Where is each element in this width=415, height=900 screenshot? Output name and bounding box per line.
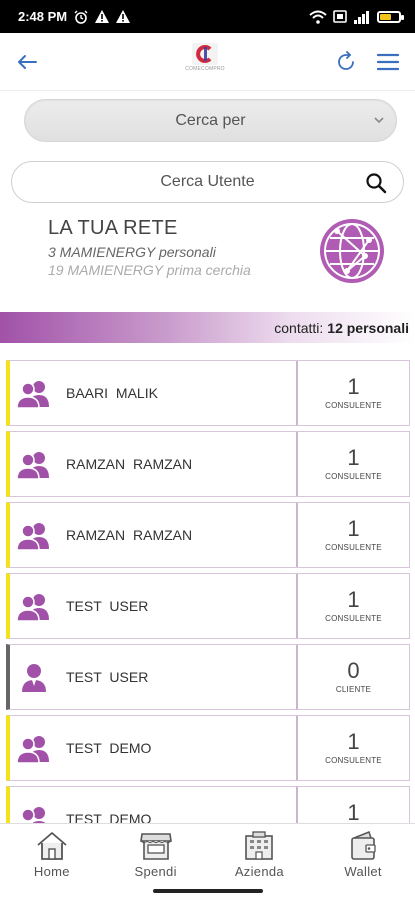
contact-count: 0 xyxy=(347,658,360,683)
contact-count: 1 xyxy=(347,374,360,399)
contact-name: BAARI MALIK xyxy=(66,385,158,401)
refresh-button[interactable] xyxy=(333,49,359,75)
contact-role: CONSULENTE xyxy=(325,401,382,410)
logo-text: COMECOMPRO xyxy=(185,66,225,72)
signal-icon xyxy=(354,10,369,24)
company-icon xyxy=(245,831,274,860)
search-icon[interactable] xyxy=(365,172,387,194)
users-group-icon xyxy=(16,733,52,764)
network-globe-icon xyxy=(320,219,384,283)
user-icon xyxy=(16,662,52,692)
status-time: 2:48 PM xyxy=(18,9,68,24)
bottom-nav: Home Spendi Azienda Wallet xyxy=(0,823,415,883)
logo-mark-icon xyxy=(192,43,218,65)
contact-name: RAMZAN RAMZAN xyxy=(66,456,193,472)
contact-row[interactable]: RAMZAN RAMZAN 1 CONSULENTE xyxy=(6,502,410,568)
nav-home[interactable]: Home xyxy=(7,830,97,879)
contacts-label: contatti: xyxy=(274,319,324,336)
contact-count: 1 xyxy=(347,800,360,825)
app-logo: COMECOMPRO xyxy=(181,43,229,73)
contact-name: RAMZAN RAMZAN xyxy=(66,527,193,543)
contacts-list: BAARI MALIK 1 CONSULENTE RAMZAN RAMZAN 1 CONS… xyxy=(6,360,410,857)
nav-azienda[interactable]: Azienda xyxy=(214,830,304,879)
nav-wallet-label: Wallet xyxy=(344,864,382,879)
alarm-icon xyxy=(74,10,88,24)
search-by-label: Cerca per xyxy=(175,111,246,129)
contact-stats: 1 CONSULENTE xyxy=(298,574,409,638)
nav-spendi[interactable]: Spendi xyxy=(111,830,201,879)
contact-count: 1 xyxy=(347,587,360,612)
nav-azienda-label: Azienda xyxy=(234,864,284,879)
battery-icon xyxy=(377,10,404,23)
contact-row[interactable]: RAMZAN RAMZAN 1 CONSULENTE xyxy=(6,431,410,497)
contact-row[interactable]: BAARI MALIK 1 CONSULENTE xyxy=(6,360,410,426)
contact-role: CONSULENTE xyxy=(325,543,382,552)
shop-icon xyxy=(139,833,172,860)
contact-role: CONSULENTE xyxy=(325,756,382,765)
search-by-select[interactable]: Cerca per xyxy=(24,99,397,142)
users-group-icon xyxy=(16,449,52,480)
network-title: LA TUA RETE xyxy=(48,217,178,239)
contact-row[interactable]: TEST DEMO 1 CONSULENTE xyxy=(6,715,410,781)
contact-row[interactable]: TEST USER 0 CLIENTE xyxy=(6,644,410,710)
contact-info: RAMZAN RAMZAN xyxy=(10,432,298,496)
users-group-icon xyxy=(16,520,52,551)
contact-info: TEST USER xyxy=(10,574,298,638)
menu-icon xyxy=(377,53,399,70)
contact-info: BAARI MALIK xyxy=(10,361,298,425)
contact-name: TEST USER xyxy=(66,598,149,614)
status-bar: 2:48 PM xyxy=(0,0,415,33)
users-group-icon xyxy=(16,591,52,622)
contact-stats: 0 CLIENTE xyxy=(298,645,409,709)
contact-info: RAMZAN RAMZAN xyxy=(10,503,298,567)
warning-icon xyxy=(116,10,131,23)
contact-info: TEST USER xyxy=(10,645,298,709)
network-summary: LA TUA RETE 3 MAMIENERGY personali 19 MA… xyxy=(48,217,251,278)
nav-spendi-label: Spendi xyxy=(134,864,177,879)
wallet-icon xyxy=(351,831,376,860)
contact-role: CLIENTE xyxy=(335,685,372,694)
contact-name: TEST DEMO xyxy=(66,740,152,756)
nav-home-label: Home xyxy=(33,864,70,879)
contact-stats: 1 CONSULENTE xyxy=(298,503,409,567)
wifi-icon xyxy=(309,10,327,24)
contact-stats: 1 CONSULENTE xyxy=(298,432,409,496)
app-header: COMECOMPRO xyxy=(0,33,415,91)
home-indicator[interactable] xyxy=(153,889,263,893)
contact-count: 1 xyxy=(347,445,360,470)
back-arrow-icon xyxy=(18,54,37,69)
warning-icon xyxy=(95,10,110,23)
back-button[interactable] xyxy=(14,49,40,75)
contacts-count: 12 personali xyxy=(327,319,409,336)
contacts-summary-bar: contatti: 12 personali xyxy=(0,312,415,343)
chevron-down-icon xyxy=(374,117,384,124)
users-group-icon xyxy=(16,378,52,409)
contact-count: 1 xyxy=(347,516,360,541)
screenshot-icon xyxy=(333,10,347,23)
network-first-circle-count: 19 MAMIENERGY prima cerchia xyxy=(48,262,251,278)
contact-role: CONSULENTE xyxy=(325,614,382,623)
refresh-icon xyxy=(338,50,354,70)
contact-stats: 1 CONSULENTE xyxy=(298,361,409,425)
contact-name: TEST USER xyxy=(66,669,149,685)
nav-wallet[interactable]: Wallet xyxy=(318,830,408,879)
user-search-box xyxy=(11,161,404,203)
contact-stats: 1 CONSULENTE xyxy=(298,716,409,780)
user-search-input[interactable] xyxy=(67,173,348,191)
contact-count: 1 xyxy=(347,729,360,754)
system-nav-bar xyxy=(0,883,415,900)
contact-role: CONSULENTE xyxy=(325,472,382,481)
contact-row[interactable]: TEST USER 1 CONSULENTE xyxy=(6,573,410,639)
network-personal-count: 3 MAMIENERGY personali xyxy=(48,244,216,260)
contact-info: TEST DEMO xyxy=(10,716,298,780)
menu-button[interactable] xyxy=(375,49,401,75)
home-icon xyxy=(37,832,67,860)
